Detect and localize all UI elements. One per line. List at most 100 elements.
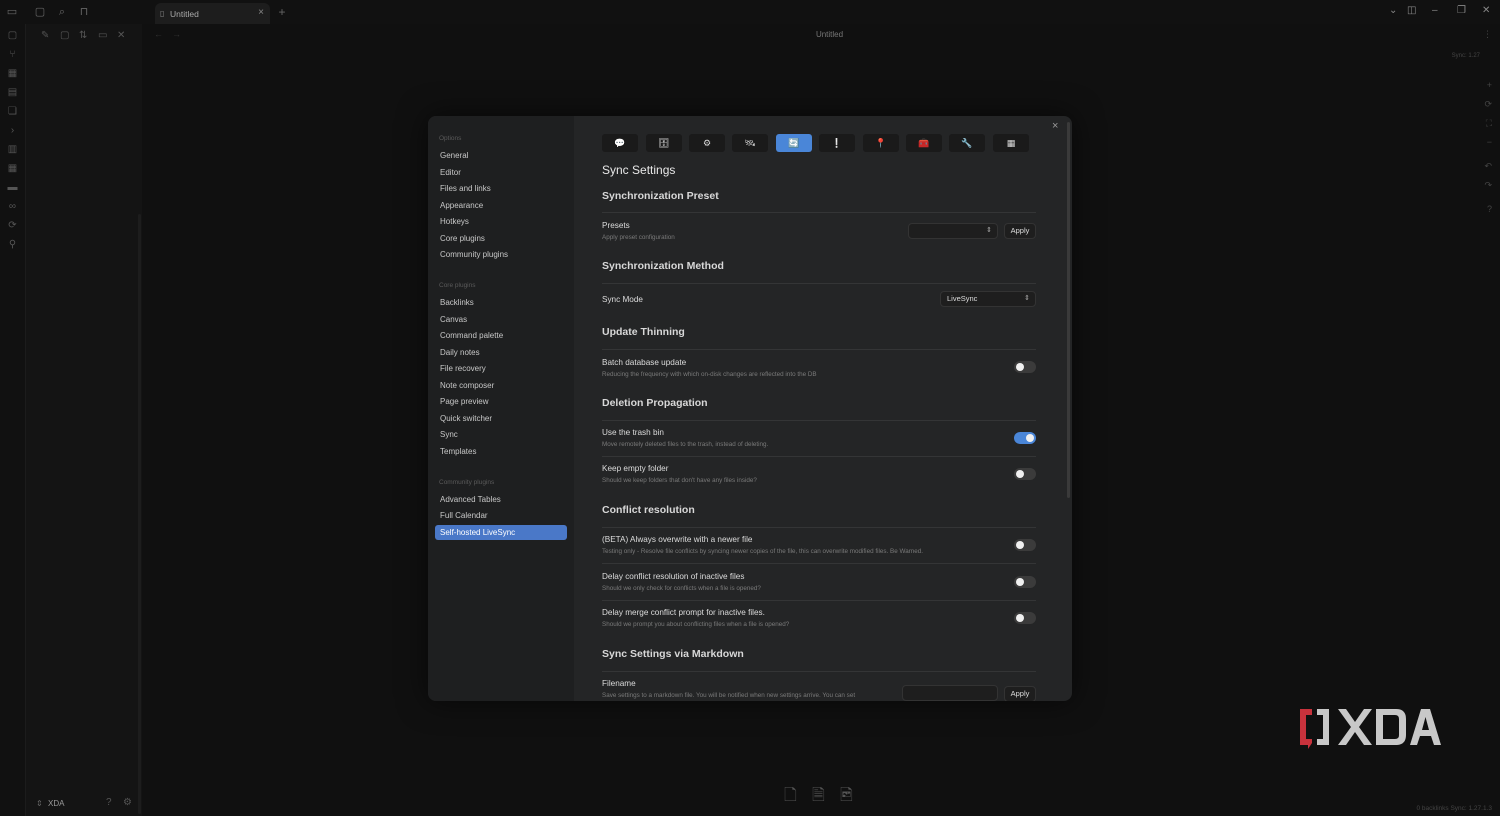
- tab-table-icon[interactable]: ▦: [993, 134, 1029, 152]
- layout-icon[interactable]: ◫: [1407, 5, 1416, 16]
- filename-description: Save settings to a markdown file. You wi…: [602, 692, 856, 699]
- sync-mode-select[interactable]: LiveSync ⇕: [940, 291, 1036, 307]
- sidebar-item-self-hosted-livesync[interactable]: Self-hosted LiveSync: [435, 525, 567, 540]
- image-note-icon[interactable]: 🖻: [840, 784, 853, 811]
- presets-select[interactable]: ⇕: [908, 223, 998, 239]
- table-icon[interactable]: ▦: [7, 163, 18, 174]
- divider: [602, 456, 1036, 457]
- inbox-icon[interactable]: ▬: [7, 182, 18, 193]
- sidebar-item-templates[interactable]: Templates: [435, 444, 567, 459]
- sidebar-item-backlinks[interactable]: Backlinks: [435, 295, 567, 310]
- file-panel-scrollbar[interactable]: [138, 214, 141, 814]
- heading-deletion-propagation: Deletion Propagation: [602, 397, 708, 409]
- pages-icon[interactable]: ❏: [7, 106, 18, 117]
- close-panel-icon[interactable]: ✕: [117, 30, 125, 41]
- settings-gear-icon[interactable]: ⚙: [123, 797, 132, 808]
- modal-close-icon[interactable]: ×: [1052, 120, 1058, 132]
- batch-update-toggle[interactable]: [1014, 361, 1036, 373]
- keep-empty-folder-toggle[interactable]: [1014, 468, 1036, 480]
- create-note-icon[interactable]: 🗋: [784, 784, 797, 811]
- tab-pin-icon[interactable]: 📍: [863, 134, 899, 152]
- sidebar-item-editor[interactable]: Editor: [435, 165, 567, 180]
- canvas-icon[interactable]: ▦: [7, 68, 18, 79]
- keep-empty-folder-label: Keep empty folder: [602, 464, 669, 473]
- more-options-icon[interactable]: ⋮: [1483, 29, 1492, 40]
- terminal-icon[interactable]: ›: [7, 125, 18, 136]
- tab-list-icon[interactable]: ⌄: [1389, 5, 1397, 16]
- settings-icon-tabs: 💬 🗄 ⚙ 🛰 🔄 ❕ 📍 🧰 🔧 ▦: [602, 134, 1036, 152]
- tab-gear-icon[interactable]: ⚙: [689, 134, 725, 152]
- settings-content: 💬 🗄 ⚙ 🛰 🔄 ❕ 📍 🧰 🔧 ▦ Sync Settings Synchr…: [602, 116, 1036, 701]
- vault-switch-icon[interactable]: ⇕: [36, 799, 43, 808]
- sidebar-item-file-recovery[interactable]: File recovery: [435, 361, 567, 376]
- plus-icon[interactable]: +: [1487, 80, 1492, 90]
- magnifier-icon[interactable]: ⚲: [7, 239, 18, 250]
- sidebar-item-advanced-tables[interactable]: Advanced Tables: [435, 492, 567, 507]
- keep-empty-folder-description: Should we keep folders that don't have a…: [602, 477, 757, 484]
- graph-icon[interactable]: ⑂: [7, 49, 18, 60]
- tab-toolbox-icon[interactable]: 🧰: [906, 134, 942, 152]
- fullscreen-icon[interactable]: ⛶: [1486, 118, 1492, 129]
- tab-sync-icon[interactable]: 🔄: [776, 134, 812, 152]
- help-icon[interactable]: ?: [106, 797, 112, 808]
- minus-icon[interactable]: −: [1487, 137, 1492, 147]
- tab-wrench-icon[interactable]: 🔧: [949, 134, 985, 152]
- folder-icon[interactable]: ▢: [34, 6, 46, 18]
- undo-icon[interactable]: ↶: [1484, 161, 1492, 172]
- daily-note-icon[interactable]: ▥: [7, 144, 18, 155]
- link-icon[interactable]: ∞: [7, 201, 18, 212]
- sidebar-item-sync[interactable]: Sync: [435, 427, 567, 442]
- sort-icon[interactable]: ⇅: [79, 30, 87, 41]
- always-overwrite-toggle[interactable]: [1014, 539, 1036, 551]
- new-note-icon[interactable]: ✎: [41, 30, 49, 41]
- sync-ribbon-icon[interactable]: ⟳: [7, 220, 18, 231]
- sidebar-item-appearance[interactable]: Appearance: [435, 198, 567, 213]
- presets-apply-button[interactable]: Apply: [1004, 223, 1036, 239]
- sidebar-item-general[interactable]: General: [435, 148, 567, 163]
- bookmark-icon[interactable]: ⊓: [78, 6, 90, 18]
- sidebar-item-files-and-links[interactable]: Files and links: [435, 181, 567, 196]
- open-note-icon[interactable]: 🗎: [812, 784, 825, 811]
- redo-icon[interactable]: ↷: [1484, 180, 1492, 191]
- divider: [602, 563, 1036, 564]
- tab-server-icon[interactable]: 🗄: [646, 134, 682, 152]
- tab-close-icon[interactable]: ×: [258, 7, 264, 18]
- modal-scrollbar[interactable]: [1067, 122, 1070, 498]
- files-icon[interactable]: ▢: [7, 30, 18, 41]
- delay-merge-label: Delay merge conflict prompt for inactive…: [602, 608, 765, 617]
- info-icon[interactable]: ?: [1487, 204, 1492, 214]
- sidebar-item-full-calendar[interactable]: Full Calendar: [435, 508, 567, 523]
- sidebar-item-community-plugins[interactable]: Community plugins: [435, 247, 567, 262]
- divider: [602, 527, 1036, 528]
- sidebar-item-quick-switcher[interactable]: Quick switcher: [435, 411, 567, 426]
- sidebar-item-canvas[interactable]: Canvas: [435, 312, 567, 327]
- vault-name[interactable]: XDA: [48, 799, 64, 808]
- refresh-icon[interactable]: ⟳: [1484, 99, 1492, 110]
- tab-warning-icon[interactable]: ❕: [819, 134, 855, 152]
- sidebar-item-daily-notes[interactable]: Daily notes: [435, 345, 567, 360]
- sidebar-toggle-icon[interactable]: ▭: [6, 6, 18, 18]
- sync-status-indicator[interactable]: Sync: 1.27: [1452, 53, 1480, 59]
- sidebar-item-note-composer[interactable]: Note composer: [435, 378, 567, 393]
- delay-merge-toggle[interactable]: [1014, 612, 1036, 624]
- section-header-community-plugins: Community plugins: [439, 479, 495, 486]
- search-icon[interactable]: ⌕: [56, 6, 68, 18]
- tab-untitled[interactable]: ▯ Untitled ×: [155, 3, 270, 24]
- sidebar-item-command-palette[interactable]: Command palette: [435, 328, 567, 343]
- delay-conflict-toggle[interactable]: [1014, 576, 1036, 588]
- calendar-icon[interactable]: ▤: [7, 87, 18, 98]
- maximize-icon[interactable]: ❐: [1457, 5, 1466, 16]
- filename-input[interactable]: [902, 685, 998, 701]
- sidebar-item-hotkeys[interactable]: Hotkeys: [435, 214, 567, 229]
- collapse-icon[interactable]: ▭: [98, 30, 107, 41]
- trash-bin-toggle[interactable]: [1014, 432, 1036, 444]
- sidebar-item-page-preview[interactable]: Page preview: [435, 394, 567, 409]
- tab-speech-bubble-icon[interactable]: 💬: [602, 134, 638, 152]
- filename-apply-button[interactable]: Apply: [1004, 686, 1036, 701]
- close-window-icon[interactable]: ✕: [1482, 5, 1490, 16]
- new-tab-icon[interactable]: +: [276, 6, 288, 18]
- new-folder-icon[interactable]: ▢: [60, 30, 69, 41]
- tab-satellite-icon[interactable]: 🛰: [732, 134, 768, 152]
- minimize-icon[interactable]: –: [1432, 5, 1438, 16]
- sidebar-item-core-plugins[interactable]: Core plugins: [435, 231, 567, 246]
